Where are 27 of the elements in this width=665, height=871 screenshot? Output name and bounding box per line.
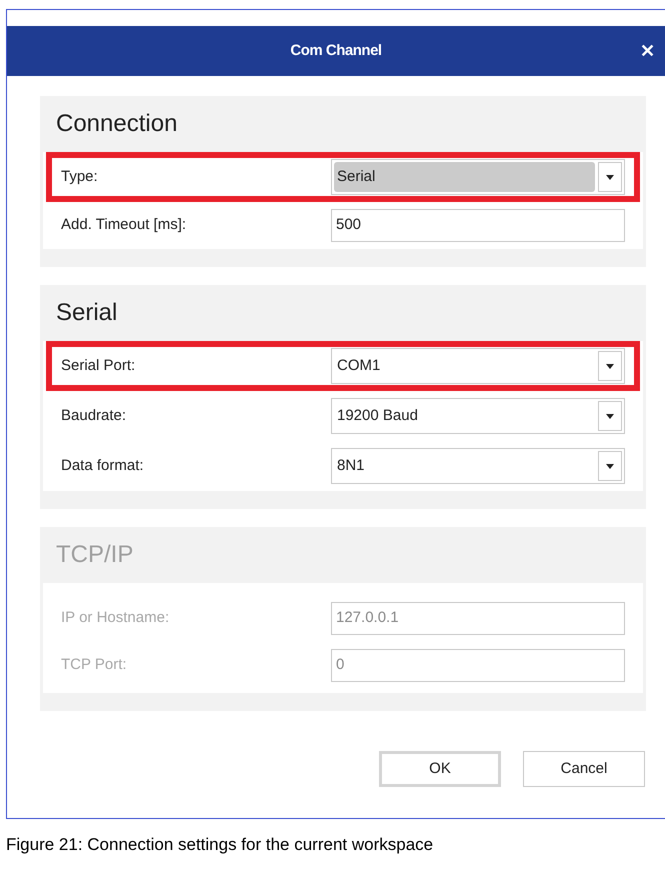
caret-icon <box>606 414 614 418</box>
field-label: TCP Port: <box>61 655 128 676</box>
section-title: Connection <box>56 109 178 139</box>
caret-icon <box>606 464 614 468</box>
dropdown-value: 8N1 <box>336 456 366 476</box>
caret-icon <box>606 174 614 180</box>
field-label: Baudrate: <box>61 406 128 426</box>
field-label: Add. Timeout [ms]: <box>61 215 188 236</box>
cancel-button[interactable]: Cancel <box>523 751 645 787</box>
field-label: Data format: <box>61 456 145 476</box>
close-button[interactable]: ✕ <box>640 38 655 64</box>
dropdown-value: 19200 Baud <box>336 406 419 426</box>
caret-icon <box>606 364 614 368</box>
input-field[interactable]: 500 <box>331 209 625 242</box>
dropdown-value: COM1 <box>336 356 382 376</box>
dropdown[interactable]: 19200 Baud <box>331 398 625 434</box>
field-label: Type: <box>61 166 99 187</box>
field-label: Serial Port: <box>61 356 136 376</box>
figure-caption: Figure 21: Connection settings for the current workspace <box>6 834 434 856</box>
window-title: Com Channel <box>290 40 382 61</box>
section-title: TCP/IP <box>56 540 134 570</box>
dropdown-value: Serial <box>334 162 595 192</box>
section-title: Serial <box>56 298 118 328</box>
field-label: IP or Hostname: <box>61 608 170 628</box>
dropdown[interactable]: COM1 <box>331 348 625 384</box>
ok-button[interactable]: OK <box>379 751 501 787</box>
dropdown[interactable]: 8N1 <box>331 448 625 484</box>
